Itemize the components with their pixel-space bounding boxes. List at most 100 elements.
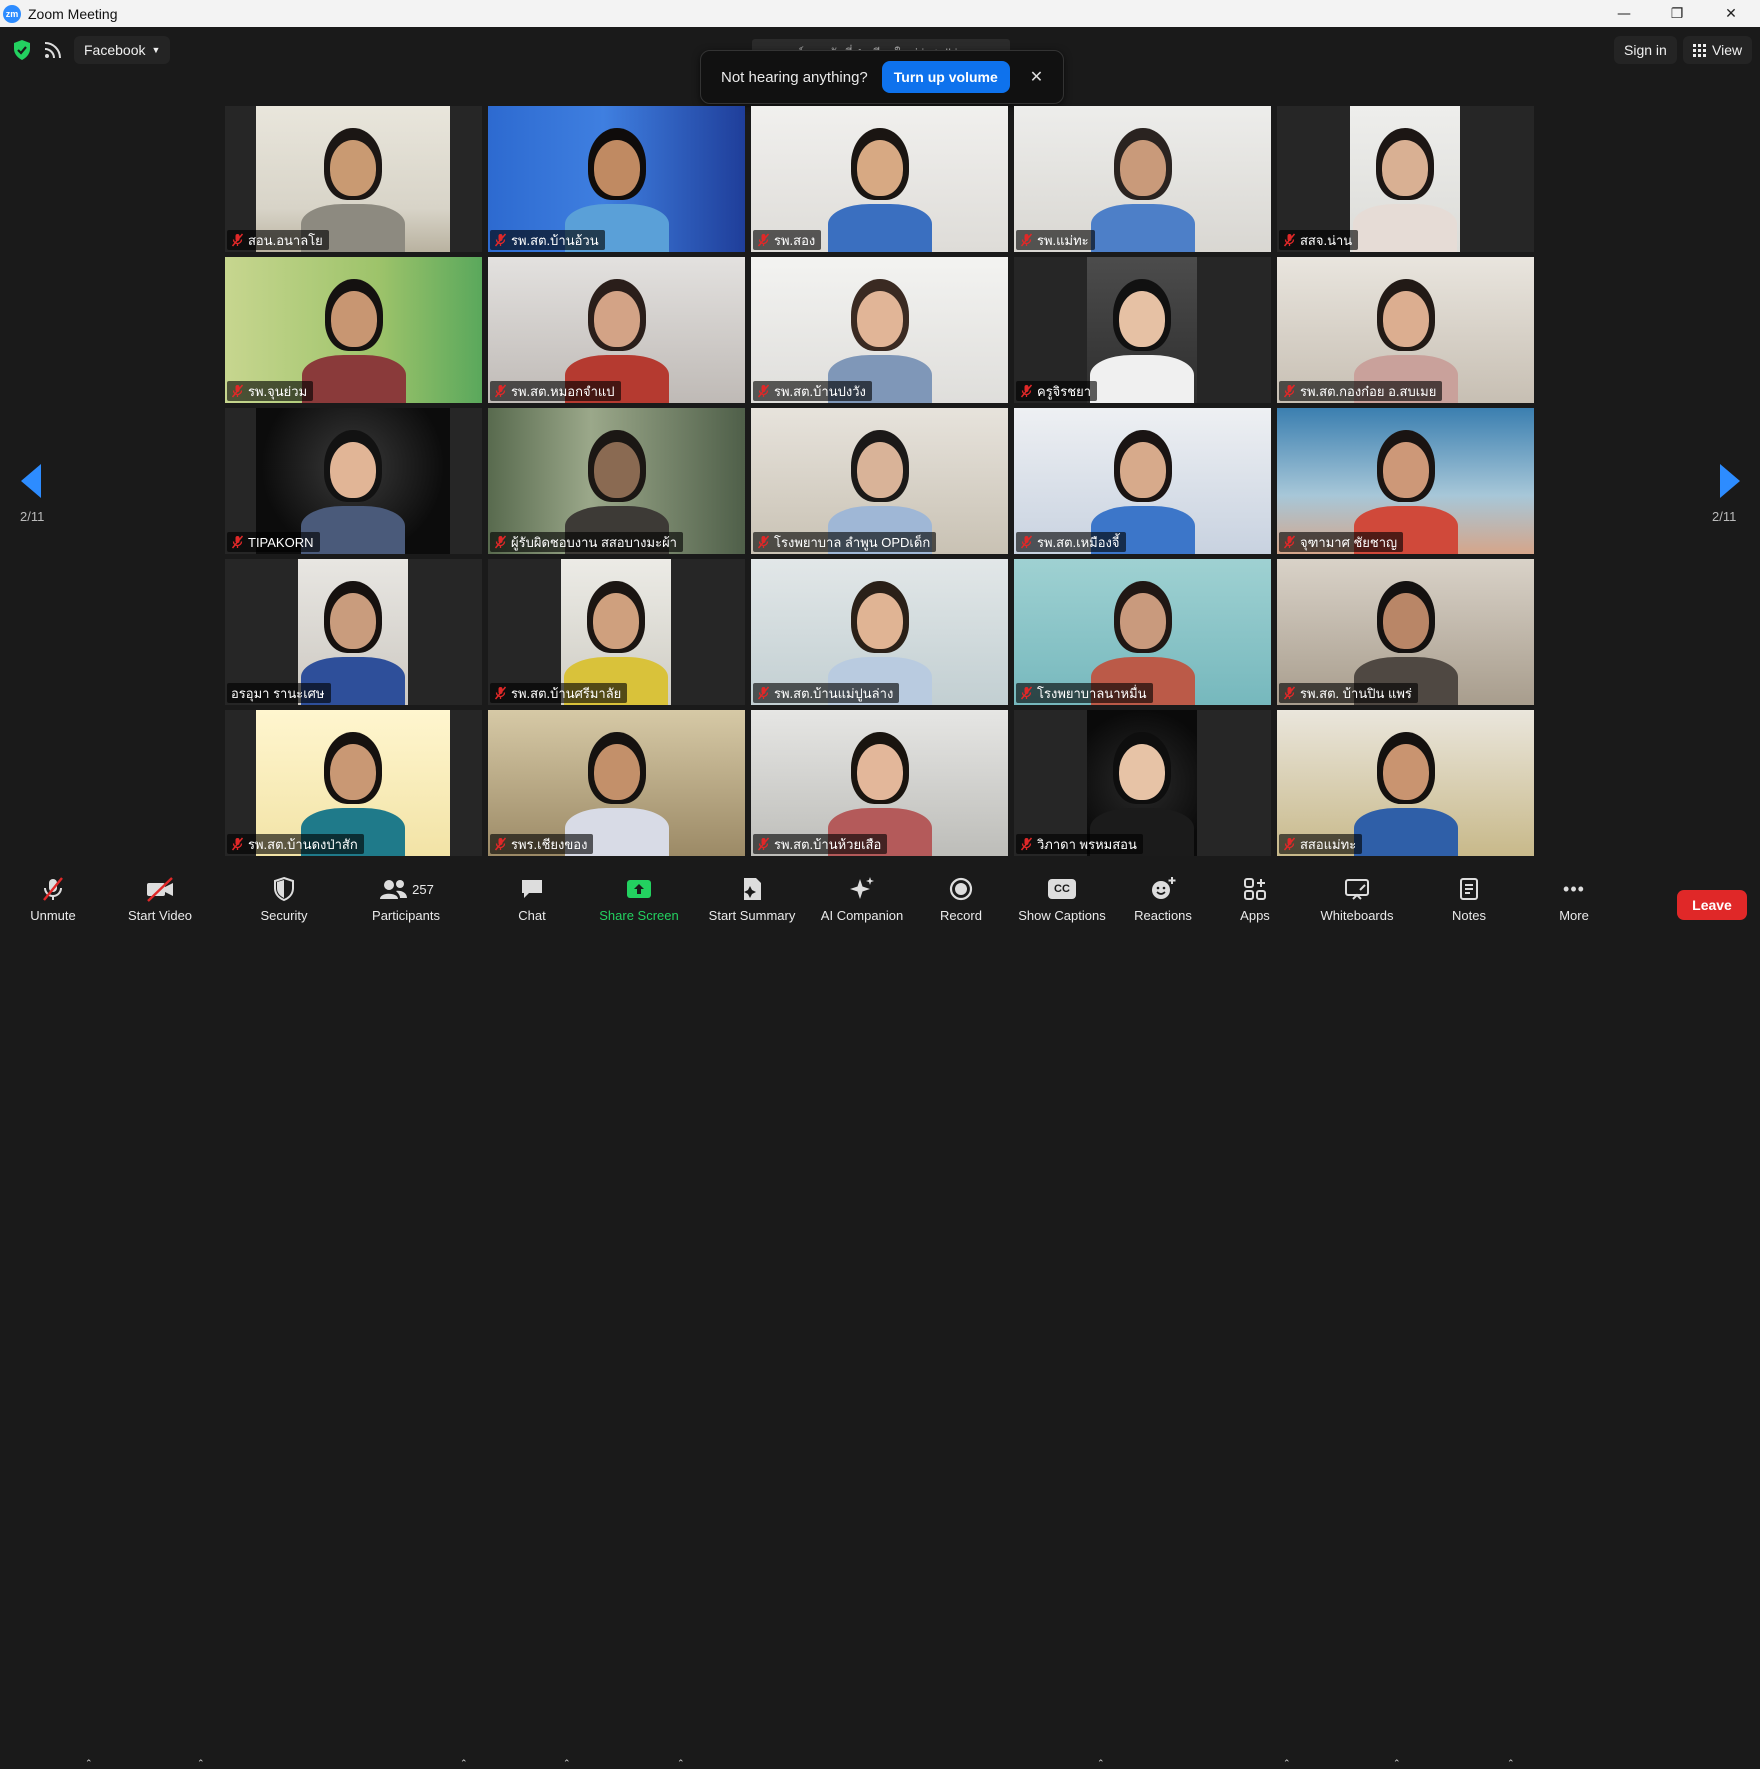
close-icon[interactable]: ✕ xyxy=(1030,67,1043,87)
more-ellipsis-icon: ••• xyxy=(1563,878,1585,899)
show-captions-label: Show Captions xyxy=(1018,908,1106,923)
chat-options-chevron-icon[interactable]: ⌃ xyxy=(563,1758,571,1769)
participant-name-tag: จุฑามาศ ชัยชาญ xyxy=(1279,532,1404,552)
audio-options-chevron-icon[interactable]: ⌃ xyxy=(85,1758,93,1769)
start-video-button[interactable]: Start Video xyxy=(121,872,199,930)
participant-tile[interactable]: อรอุมา รานะเศษ xyxy=(225,559,482,705)
captions-options-chevron-icon[interactable]: ⌃ xyxy=(1097,1758,1105,1769)
muted-mic-icon xyxy=(494,686,507,700)
participant-name-tag: ผู้รับผิดชอบงาน สสอบางมะผ้า xyxy=(490,532,683,552)
more-button[interactable]: ••• More xyxy=(1555,872,1593,930)
participant-name-tag: รพ.สต.หมอกจำแป xyxy=(490,381,621,401)
participant-tile[interactable]: รพ.สต.บ้านแม่ปูนล่าง xyxy=(751,559,1008,705)
participant-name: รพ.สต.บ้านอ้วน xyxy=(511,232,599,248)
participant-tile[interactable]: โรงพยาบาลนาหมื่น xyxy=(1014,559,1271,705)
encryption-shield-icon[interactable] xyxy=(12,39,32,61)
security-label: Security xyxy=(260,908,308,923)
participant-tile[interactable]: จุฑามาศ ชัยชาญ xyxy=(1277,408,1534,554)
chevron-down-icon: ▼ xyxy=(151,45,161,55)
security-button[interactable]: Security xyxy=(254,872,314,930)
participant-tile[interactable]: ครูจิรชยา xyxy=(1014,257,1271,403)
participant-tile[interactable]: TIPAKORN xyxy=(225,408,482,554)
participant-tile[interactable]: รพ.สต.กองก๋อย อ.สบเมย xyxy=(1277,257,1534,403)
notes-button[interactable]: Notes xyxy=(1448,872,1490,930)
participant-tile[interactable]: วิภาดา พรหมสอน xyxy=(1014,710,1271,856)
participant-tile[interactable]: รพ.สต.บ้านปงวัง xyxy=(751,257,1008,403)
start-video-label: Start Video xyxy=(127,908,193,923)
captions-icon: CC xyxy=(1048,879,1076,899)
turn-up-volume-button[interactable]: Turn up volume xyxy=(881,61,1010,93)
participants-button[interactable]: 257 Participants xyxy=(362,872,450,930)
whiteboards-button[interactable]: Whiteboards xyxy=(1315,872,1399,930)
participant-name: จุฑามาศ ชัยชาญ xyxy=(1300,534,1398,550)
participant-tile[interactable]: รพ.แม่ทะ xyxy=(1014,106,1271,252)
participant-tile[interactable]: โรงพยาบาล ลำพูน OPDเด็ก xyxy=(751,408,1008,554)
participant-tile[interactable]: ผู้รับผิดชอบงาน สสอบางมะผ้า xyxy=(488,408,745,554)
record-button[interactable]: Record xyxy=(936,872,986,930)
participants-icon xyxy=(380,880,408,899)
notes-icon xyxy=(1460,878,1478,900)
ai-sparkle-icon xyxy=(850,877,874,899)
participant-tile[interactable]: รพ.สต.เหมืองจี้ xyxy=(1014,408,1271,554)
participant-tile[interactable]: รพร.เชียงของ xyxy=(488,710,745,856)
apps-button[interactable]: Apps xyxy=(1234,872,1276,930)
show-captions-button[interactable]: CC Show Captions xyxy=(1015,872,1109,930)
participant-name-tag: รพ.สต. บ้านปิน แพร่ xyxy=(1279,683,1418,703)
ai-companion-button[interactable]: AI Companion xyxy=(817,872,907,930)
microphone-muted-icon xyxy=(43,877,63,901)
share-options-chevron-icon[interactable]: ⌃ xyxy=(677,1758,685,1769)
leave-meeting-button[interactable]: Leave xyxy=(1677,890,1747,920)
participant-tile[interactable]: รพ.สต. บ้านปิน แพร่ xyxy=(1277,559,1534,705)
participant-tile[interactable]: รพ.สต.หมอกจำแป xyxy=(488,257,745,403)
whiteboard-icon xyxy=(1345,879,1369,900)
participant-figure xyxy=(1088,106,1198,252)
participant-tile[interactable]: รพ.สอง xyxy=(751,106,1008,252)
participant-name-tag: รพ.สต.บ้านห้วยเสือ xyxy=(753,834,888,854)
whiteboards-label: Whiteboards xyxy=(1320,908,1394,923)
share-screen-button[interactable]: Share Screen xyxy=(597,872,681,930)
participant-tile[interactable]: รพ.สต.บ้านอ้วน xyxy=(488,106,745,252)
notes-options-chevron-icon[interactable]: ⌃ xyxy=(1507,1758,1515,1769)
participant-tile[interactable]: รพ.จุนย่วม xyxy=(225,257,482,403)
page-indicator-left: 2/11 xyxy=(20,509,45,524)
participant-tile[interactable]: รพ.สต.บ้านห้วยเสือ xyxy=(751,710,1008,856)
participant-tile[interactable]: รพ.สต.บ้านดงป่าสัก xyxy=(225,710,482,856)
zoom-logo: zm xyxy=(3,4,21,23)
participant-tile[interactable]: รพ.สต.บ้านศรีมาลัย xyxy=(488,559,745,705)
chat-label: Chat xyxy=(518,908,546,923)
minimize-button[interactable]: — xyxy=(1601,0,1647,27)
video-options-chevron-icon[interactable]: ⌃ xyxy=(197,1758,205,1769)
participant-name-tag: วิภาดา พรหมสอน xyxy=(1016,834,1143,854)
muted-mic-icon xyxy=(494,384,507,398)
reactions-smiley-icon xyxy=(1152,877,1176,899)
restore-button[interactable]: ❐ xyxy=(1654,0,1700,27)
whiteboards-options-chevron-icon[interactable]: ⌃ xyxy=(1393,1758,1401,1769)
start-summary-button[interactable]: Start Summary xyxy=(703,872,801,930)
participant-name-tag: สอน.อนาลโย xyxy=(227,230,329,250)
reactions-button[interactable]: Reactions xyxy=(1131,872,1195,930)
participants-options-chevron-icon[interactable]: ⌃ xyxy=(460,1758,468,1769)
chat-button[interactable]: Chat xyxy=(511,872,553,930)
next-page-arrow-icon[interactable] xyxy=(1720,464,1740,498)
muted-mic-icon xyxy=(1283,535,1296,549)
apps-options-chevron-icon[interactable]: ⌃ xyxy=(1283,1758,1291,1769)
muted-mic-icon xyxy=(494,233,507,247)
sign-in-button[interactable]: Sign in xyxy=(1614,36,1677,64)
livestream-destination-dropdown[interactable]: Facebook ▼ xyxy=(74,36,171,64)
view-button[interactable]: View xyxy=(1683,36,1753,64)
participant-name-tag: โรงพยาบาล ลำพูน OPDเด็ก xyxy=(753,532,937,552)
participant-tile[interactable]: สสจ.น่าน xyxy=(1277,106,1534,252)
previous-page-arrow-icon[interactable] xyxy=(21,464,41,498)
participant-tile[interactable]: สอน.อนาลโย xyxy=(225,106,482,252)
muted-mic-icon xyxy=(231,384,244,398)
participant-tile[interactable]: สสอแม่ทะ xyxy=(1277,710,1534,856)
muted-mic-icon xyxy=(1283,233,1296,247)
live-stream-icon[interactable] xyxy=(44,41,62,59)
participant-name-tag: TIPAKORN xyxy=(227,532,320,552)
close-window-button[interactable]: ✕ xyxy=(1708,0,1754,27)
participant-name: รพ.จุนย่วม xyxy=(248,383,308,399)
unmute-button[interactable]: Unmute xyxy=(20,872,86,930)
participant-name: รพ.สต.บ้านแม่ปูนล่าง xyxy=(774,685,894,701)
livestream-label: Facebook xyxy=(84,42,146,58)
participant-name-tag: รพ.สต.บ้านศรีมาลัย xyxy=(490,683,628,703)
